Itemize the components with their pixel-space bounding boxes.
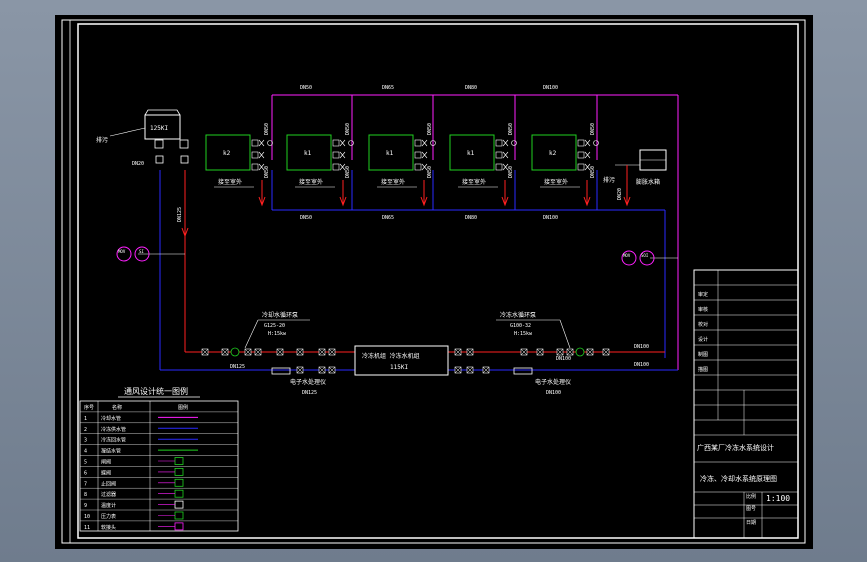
drawing-no-label: 图号 bbox=[746, 506, 756, 512]
expansion-tank-label: 膨胀水箱 bbox=[636, 178, 660, 186]
scale-value: 1:100 bbox=[766, 494, 790, 503]
air-unit-caption: 接至室外 bbox=[462, 178, 486, 186]
vertical-dn-label: DN50 bbox=[427, 166, 433, 178]
air-unit-name: k2 bbox=[223, 150, 231, 157]
left-treat-dn: DN125 bbox=[302, 390, 317, 396]
air-unit-caption: 接至室外 bbox=[218, 178, 242, 186]
legend-row-name: 过滤器 bbox=[101, 491, 116, 498]
left-pump-spec2: H:15kw bbox=[268, 331, 287, 337]
project-name: 广西某厂冷冻水系统设计 bbox=[697, 443, 774, 452]
chiller-label: 冷冻机组 冷冻水机组 bbox=[362, 352, 420, 360]
right-pump-spec1: G100-32 bbox=[510, 323, 531, 329]
right-pump-spec2: H:15kw bbox=[514, 331, 533, 337]
title-left-label: 制图 bbox=[698, 351, 708, 358]
legend-row-name: 压力表 bbox=[101, 513, 116, 520]
right-gauge-label-1: MOV bbox=[623, 253, 631, 258]
air-unit-caption: 接至室外 bbox=[299, 178, 323, 186]
air-unit-name: k1 bbox=[386, 150, 394, 157]
right-gauge-label-2: SOI bbox=[641, 253, 649, 258]
legend-row-no: 1 bbox=[84, 416, 87, 422]
legend-row-name: 止回阀 bbox=[101, 480, 116, 487]
air-unit-name: k1 bbox=[304, 150, 312, 157]
legend-row-name: 冷却水管 bbox=[101, 415, 121, 422]
chiller-capacity: 115KI bbox=[390, 364, 408, 371]
legend-row-no: 10 bbox=[84, 514, 90, 520]
legend-row-name: 温度计 bbox=[101, 502, 116, 509]
vertical-dn-label: DN50 bbox=[427, 123, 433, 135]
date-label: 日期 bbox=[746, 520, 756, 526]
bottom-label: DN50 bbox=[300, 215, 312, 221]
scale-label: 比例 bbox=[746, 493, 756, 500]
left-gauge-label-1: MOV bbox=[118, 249, 126, 254]
drawing-canvas[interactable]: k2 接至室外 DN50 DN50 k1 接至室外 DN50 DN50 k1 接至室外 DN50 DN… bbox=[0, 0, 867, 562]
bottom-right-label: DN100 bbox=[556, 356, 571, 362]
vertical-dn-label: DN50 bbox=[264, 166, 270, 178]
vertical-dn-label: DN50 bbox=[590, 123, 596, 135]
drawing-name: 冷冻、冷却水系统原理图 bbox=[700, 474, 777, 483]
legend-header: 图例 bbox=[178, 404, 188, 411]
left-water-treater-label: 电子水处理仪 bbox=[290, 378, 326, 386]
legend-row-no: 5 bbox=[84, 460, 87, 466]
bottom-label: DN65 bbox=[382, 215, 394, 221]
legend-row-name: 冷冻供水管 bbox=[101, 426, 126, 433]
cad-viewport: k2 接至室外 DN50 DN50 k1 接至室外 DN50 DN50 k1 接至室外 DN50 DN… bbox=[0, 0, 867, 562]
right-water-treater-label: 电子水处理仪 bbox=[535, 378, 571, 386]
legend-row-name: 闸阀 bbox=[101, 459, 111, 466]
vertical-dn-label: DN50 bbox=[508, 166, 514, 178]
air-unit-caption: 接至室外 bbox=[381, 178, 405, 186]
legend-row-no: 8 bbox=[84, 492, 87, 498]
left-dn20-label: DN20 bbox=[132, 161, 144, 167]
right-pump-title: 冷冻水循环泵 bbox=[500, 311, 536, 319]
cooling-tower-label: 125KI bbox=[150, 125, 168, 132]
legend-title: 通风设计统一图例 bbox=[124, 386, 188, 396]
top-label: DN80 bbox=[465, 85, 477, 91]
vertical-dn-label: DN50 bbox=[345, 123, 351, 135]
bottom-label: DN100 bbox=[543, 215, 558, 221]
left-pump-spec1: G125-20 bbox=[264, 323, 285, 329]
legend-header: 序号 bbox=[84, 404, 94, 411]
legend-row-no: 6 bbox=[84, 470, 87, 476]
title-left-label: 设计 bbox=[698, 336, 708, 343]
legend-row-no: 2 bbox=[84, 427, 87, 433]
right-riser-label-a: DN100 bbox=[634, 344, 649, 350]
legend-row-name: 凝结水管 bbox=[101, 448, 121, 455]
right-riser-label-b: DN100 bbox=[634, 362, 649, 368]
cooling-tower-drain-label: 排污 bbox=[96, 136, 108, 144]
left-gauge-label-2: SI bbox=[139, 249, 144, 254]
air-unit-name: k1 bbox=[467, 150, 475, 157]
top-label: DN100 bbox=[543, 85, 558, 91]
right-treat-dn: DN100 bbox=[546, 390, 561, 396]
legend-row-name: 蝶阀 bbox=[101, 469, 111, 476]
legend-row-name: 软接头 bbox=[101, 524, 116, 531]
left-riser-label: DN125 bbox=[177, 207, 183, 222]
pump-icon bbox=[230, 347, 240, 357]
top-label: DN50 bbox=[300, 85, 312, 91]
title-left-label: 审核 bbox=[698, 306, 708, 313]
vertical-dn-label: DN50 bbox=[345, 166, 351, 178]
bottom-label: DN80 bbox=[465, 215, 477, 221]
vertical-dn-label: DN50 bbox=[264, 123, 270, 135]
legend-row-no: 9 bbox=[84, 503, 87, 509]
top-label: DN65 bbox=[382, 85, 394, 91]
air-unit-name: k2 bbox=[549, 150, 557, 157]
legend-row-no: 7 bbox=[84, 481, 87, 487]
bottom-left-label: DN125 bbox=[230, 364, 245, 370]
expansion-tank-drain: 排污 bbox=[603, 176, 615, 184]
legend-header: 名称 bbox=[112, 404, 122, 411]
vertical-dn-label: DN50 bbox=[590, 166, 596, 178]
right-dn20-label: DN20 bbox=[617, 188, 623, 200]
legend-row-no: 4 bbox=[84, 449, 87, 455]
air-unit-caption: 接至室外 bbox=[544, 178, 568, 186]
title-left-label: 描图 bbox=[698, 366, 708, 373]
left-pump-title: 冷却水循环泵 bbox=[262, 311, 298, 319]
title-left-label: 校对 bbox=[698, 321, 708, 328]
legend-row-no: 3 bbox=[84, 438, 87, 444]
title-left-label: 审定 bbox=[698, 291, 708, 298]
pump-icon bbox=[575, 347, 585, 357]
vertical-dn-label: DN50 bbox=[508, 123, 514, 135]
legend-row-name: 冷冻回水管 bbox=[101, 437, 126, 444]
legend-row-no: 11 bbox=[84, 525, 90, 531]
